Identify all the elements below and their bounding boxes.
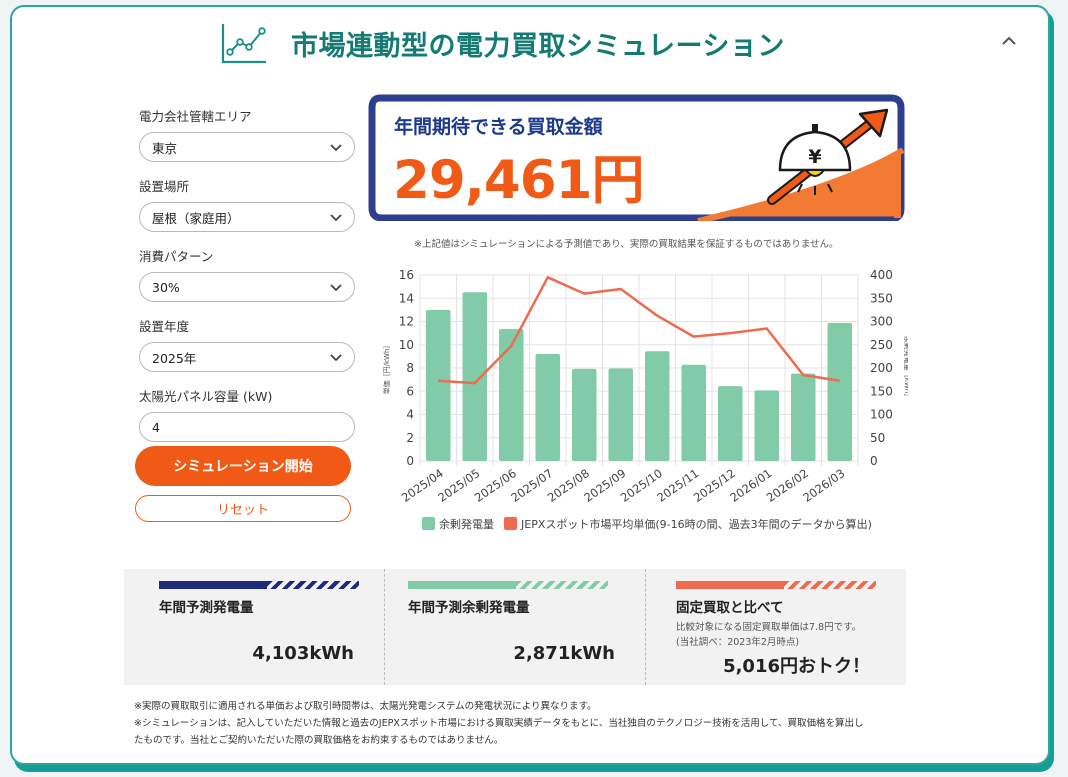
compare-note-price: 比較対象になる固定買取単価は7.8円です。 — [676, 622, 862, 633]
summary-annual-generation: 年間予測発電量 4,103kWh — [124, 569, 384, 685]
y-right-tick-label: 150 — [870, 384, 893, 398]
bar-surplus — [426, 309, 451, 461]
chevron-down-icon — [330, 144, 342, 152]
footnote-1: ※実際の買取取引に適用される単価および取引時間帯は、太陽光発電システムの発電状況… — [134, 701, 597, 712]
y-left-tick-label: 10 — [399, 338, 414, 352]
location-value: 屋根（家庭用） — [152, 210, 240, 226]
chevron-down-icon — [330, 214, 342, 222]
y-right-tick-label: 300 — [870, 315, 893, 329]
chart-line-icon — [221, 24, 266, 64]
chevron-down-icon — [330, 354, 342, 362]
surplus-accent-bar — [408, 581, 608, 589]
capacity-value: 4 — [152, 419, 160, 435]
generation-price-chart: 0 02 504 1006 1508 20010 25012 30014 35016 400単価［… — [382, 268, 908, 531]
y-right-tick-label: 250 — [870, 338, 893, 352]
surplus-value: 2,871kWh — [513, 643, 615, 664]
y-left-tick-label: 12 — [399, 315, 414, 329]
result-disclaimer: ※上記値はシミュレーションによる予測値であり、実際の買取結果を保証するものではあ… — [414, 239, 839, 250]
y-left-tick-label: 16 — [399, 268, 414, 282]
footnote-2: ※シミュレーションは、記入していただいた情報と過去のJEPXスポット市場における… — [134, 718, 864, 729]
y-left-tick-label: 4 — [406, 408, 414, 422]
bar-surplus — [827, 322, 852, 461]
y-right-tick-label: 50 — [870, 431, 885, 445]
bar-surplus — [462, 292, 487, 461]
legend-label-jepx: JEPXスポット市場平均単価(9-16時の間、過去3年間のデータから算出) — [520, 517, 872, 531]
page-title: 市場連動型の電力買取シミュレーション — [291, 31, 785, 62]
summary-fixed-compare: 固定買取と比べて 比較対象になる固定買取単価は7.8円です。 (当社調べ：202… — [645, 569, 906, 685]
legend-swatch-surplus — [422, 517, 435, 530]
yen-bulb-rising-arrow-icon: ¥ — [767, 108, 889, 205]
compare-title: 固定買取と比べて — [676, 600, 784, 616]
footnotes: ※実際の買取取引に適用される単価および取引時間帯は、太陽光発電システムの発電状況… — [134, 698, 924, 749]
pattern-label: 消費パターン — [139, 249, 214, 264]
y-right-axis-label: 余剰発電量［kWh］ — [903, 336, 908, 400]
compare-accent-bar — [676, 581, 876, 589]
compare-note-source: (当社調べ：2023年2月時点) — [676, 637, 800, 648]
y-left-tick-label: 2 — [406, 431, 414, 445]
pattern-value: 30% — [152, 279, 180, 295]
y-left-tick-label: 14 — [399, 291, 414, 305]
result-amount: 29,461円 — [393, 150, 645, 211]
svg-text:¥: ¥ — [808, 146, 821, 168]
y-right-tick-label: 200 — [870, 361, 893, 375]
area-label: 電力会社管轄エリア — [139, 109, 252, 124]
surplus-title: 年間予測余剰発電量 — [408, 600, 530, 616]
legend-swatch-jepx — [504, 517, 517, 530]
footnote-3: たものです。当社とご契約いただいた際の買取価格をお約束するものではありません。 — [134, 735, 504, 746]
simulation-form: 電力会社管轄エリア 東京 設置場所 屋根（家庭用） 消費パターン 30% 設置年… — [139, 108, 355, 458]
generation-value: 4,103kWh — [252, 643, 354, 664]
y-right-tick-label: 400 — [870, 268, 893, 282]
chevron-down-icon — [330, 284, 342, 292]
y-left-tick-label: 0 — [406, 454, 414, 468]
location-select[interactable]: 屋根（家庭用） — [139, 202, 355, 232]
legend-label-surplus: 余剰発電量 — [439, 517, 494, 531]
bar-surplus — [572, 368, 597, 461]
bar-surplus — [535, 354, 560, 461]
capacity-label: 太陽光パネル容量 (kW) — [139, 389, 273, 404]
area-value: 東京 — [152, 140, 178, 156]
bar-surplus — [645, 351, 670, 461]
collapse-button[interactable] — [998, 30, 1020, 52]
y-left-tick-label: 6 — [406, 384, 414, 398]
y-left-tick-label: 8 — [406, 361, 414, 375]
chevron-up-icon — [1002, 36, 1016, 45]
generation-title: 年間予測発電量 — [159, 600, 254, 616]
capacity-input[interactable]: 4 — [139, 412, 355, 442]
compare-value: 5,016円おトク！ — [723, 656, 870, 677]
bar-surplus — [499, 328, 524, 461]
y-right-tick-label: 350 — [870, 291, 893, 305]
generation-accent-bar — [159, 581, 359, 589]
bar-surplus — [608, 368, 633, 461]
start-simulation-button[interactable]: シミュレーション開始 — [135, 446, 351, 486]
reset-button[interactable]: リセット — [135, 495, 351, 522]
y-right-tick-label: 100 — [870, 408, 893, 422]
year-label: 設置年度 — [139, 319, 190, 334]
bar-surplus — [791, 373, 816, 461]
bar-surplus — [681, 364, 706, 461]
bar-surplus — [718, 386, 743, 461]
location-label: 設置場所 — [139, 179, 190, 194]
bar-surplus — [754, 390, 779, 461]
summary-annual-surplus: 年間予測余剰発電量 2,871kWh — [384, 569, 645, 685]
result-label: 年間期待できる買取金額 — [394, 116, 603, 138]
pattern-select[interactable]: 30% — [139, 272, 355, 302]
area-select[interactable]: 東京 — [139, 132, 355, 162]
year-value: 2025年 — [152, 350, 197, 366]
year-select[interactable]: 2025年 — [139, 342, 355, 372]
summary-panel: 年間予測発電量 4,103kWh 年間予測余剰発電量 2,871kWh 固定買取… — [124, 569, 906, 685]
y-left-axis-label: 単価［円/kWh］ — [382, 342, 391, 395]
x-tick-label: 2026/03 — [800, 466, 847, 505]
y-right-tick-label: 0 — [870, 454, 878, 468]
